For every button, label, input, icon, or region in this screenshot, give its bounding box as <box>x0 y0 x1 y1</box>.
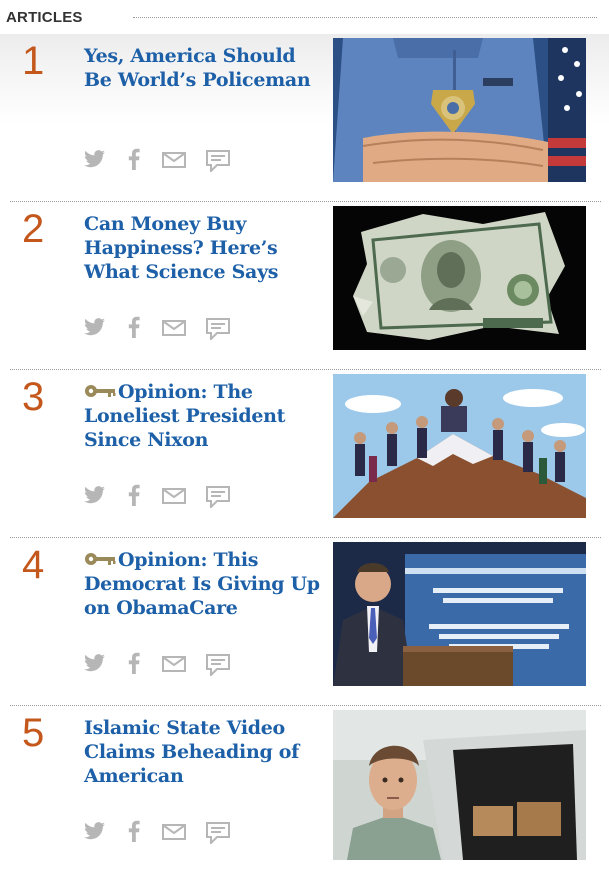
article-item: 3 Opinion: The Loneliest President Since… <box>0 370 609 538</box>
article-title-link[interactable]: Can Money Buy Happiness? Here’s What Sci… <box>84 212 328 284</box>
article-title-link[interactable]: Opinion: This Democrat Is Giving Up on O… <box>84 548 328 620</box>
police-officer-image[interactable] <box>333 38 586 182</box>
press-briefing-image[interactable] <box>333 542 586 686</box>
comment-icon[interactable] <box>206 822 230 844</box>
article-rank: 5 <box>22 711 45 755</box>
article-rank: 2 <box>22 207 45 251</box>
article-rank: 1 <box>22 39 45 83</box>
section-header: ARTICLES <box>0 0 609 34</box>
comment-icon[interactable] <box>206 654 230 676</box>
facebook-icon[interactable] <box>128 316 140 338</box>
article-item: 4 Opinion: This Democrat Is Giving Up on… <box>0 538 609 706</box>
comment-icon[interactable] <box>206 318 230 340</box>
twitter-icon[interactable] <box>84 822 106 840</box>
facebook-icon[interactable] <box>128 652 140 674</box>
article-rank: 4 <box>22 543 45 587</box>
facebook-icon[interactable] <box>128 484 140 506</box>
twitter-icon[interactable] <box>84 486 106 504</box>
twitter-icon[interactable] <box>84 318 106 336</box>
dollar-bill-image[interactable] <box>333 206 586 350</box>
email-icon[interactable] <box>162 320 186 336</box>
twitter-icon[interactable] <box>84 150 106 168</box>
article-title: Islamic State Video Claims Beheading of … <box>84 717 300 787</box>
article-title-link[interactable]: Islamic State Video Claims Beheading of … <box>84 716 328 788</box>
article-title-link[interactable]: Yes, America Should Be World’s Policeman <box>84 44 328 92</box>
twitter-icon[interactable] <box>84 654 106 672</box>
key-icon <box>85 553 116 565</box>
article-title-link[interactable]: Opinion: The Loneliest President Since N… <box>84 380 328 452</box>
section-title: ARTICLES <box>6 9 83 26</box>
key-icon <box>85 385 116 397</box>
comment-icon[interactable] <box>206 486 230 508</box>
email-icon[interactable] <box>162 656 186 672</box>
header-divider <box>133 17 597 18</box>
email-icon[interactable] <box>162 824 186 840</box>
political-cartoon-image[interactable] <box>333 374 586 518</box>
article-item: 5 Islamic State Video Claims Beheading o… <box>0 706 609 874</box>
article-title: Opinion: This Democrat Is Giving Up on O… <box>84 549 320 619</box>
email-icon[interactable] <box>162 152 186 168</box>
email-icon[interactable] <box>162 488 186 504</box>
comment-icon[interactable] <box>206 150 230 172</box>
article-title: Yes, America Should Be World’s Policeman <box>84 45 311 91</box>
facebook-icon[interactable] <box>128 820 140 842</box>
article-rank: 3 <box>22 375 45 419</box>
article-item: 2 Can Money Buy Happiness? Here’s What S… <box>0 202 609 370</box>
article-title: Can Money Buy Happiness? Here’s What Sci… <box>84 213 279 283</box>
reporter-van-image[interactable] <box>333 710 586 860</box>
facebook-icon[interactable] <box>128 148 140 170</box>
article-item: 1 Yes, America Should Be World’s Policem… <box>0 34 609 202</box>
